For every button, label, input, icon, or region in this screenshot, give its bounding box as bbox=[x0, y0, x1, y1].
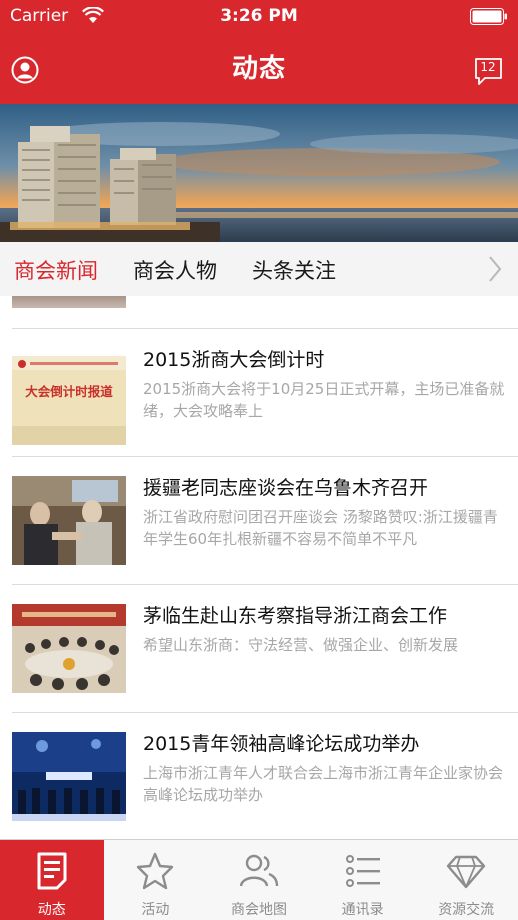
bottom-tab-bar: 动态 活动 商会地图 通讯录 资源交流 bbox=[0, 839, 518, 920]
news-thumbnail bbox=[12, 732, 126, 821]
news-item[interactable]: 茅临生赴山东考察指导浙江商会工作 希望山东浙商：守法经营、做强企业、创新发展 bbox=[0, 584, 518, 712]
messages-button[interactable]: 12 bbox=[474, 57, 504, 87]
status-bar: Carrier 3:26 PM bbox=[0, 0, 518, 34]
row-divider bbox=[12, 456, 518, 457]
news-item[interactable]: 大会倒计时报道 2015浙商大会倒计时 2015浙商大会将于10月25日正式开幕… bbox=[0, 328, 518, 456]
row-divider bbox=[12, 712, 518, 713]
tabbar-label: 活动 bbox=[141, 902, 170, 918]
news-list: 大会倒计时报道 2015浙商大会倒计时 2015浙商大会将于10月25日正式开幕… bbox=[0, 296, 518, 839]
tab-chamber-news[interactable]: 商会新闻 bbox=[14, 255, 98, 285]
news-thumbnail bbox=[12, 476, 126, 565]
thumbnail-caption: 大会倒计时报道 bbox=[25, 384, 113, 399]
diamond-icon bbox=[446, 855, 486, 889]
category-tabs: 商会新闻 商会人物 头条关注 bbox=[0, 242, 518, 296]
tabbar-label: 商会地图 bbox=[230, 902, 287, 918]
news-title: 2015青年领袖高峰论坛成功举办 bbox=[143, 733, 420, 755]
tabbar-item-chamber-map[interactable]: 商会地图 bbox=[207, 840, 311, 920]
list-icon bbox=[345, 855, 380, 887]
news-thumbnail bbox=[12, 604, 126, 693]
message-count-badge: 12 bbox=[480, 60, 496, 74]
app-header: Carrier 3:26 PM 动态 12 bbox=[0, 0, 518, 104]
news-title: 援疆老同志座谈会在乌鲁木齐召开 bbox=[143, 477, 429, 499]
news-summary: 希望山东浙商：守法经营、做强企业、创新发展 bbox=[143, 636, 459, 654]
tabbar-item-news[interactable]: 动态 bbox=[0, 840, 104, 920]
row-divider bbox=[12, 584, 518, 585]
tabbar-label: 资源交流 bbox=[438, 902, 495, 918]
tabbar-item-activities[interactable]: 活动 bbox=[104, 840, 208, 920]
row-divider bbox=[12, 328, 518, 329]
partial-thumbnail bbox=[12, 296, 126, 308]
news-summary: 2015浙商大会将于10月25日正式开幕，主场已准备就绪，大会攻略奉上 bbox=[143, 380, 505, 420]
tabbar-label: 动态 bbox=[37, 902, 66, 918]
news-title: 茅临生赴山东考察指导浙江商会工作 bbox=[143, 605, 448, 627]
tab-headline-focus[interactable]: 头条关注 bbox=[252, 255, 336, 285]
news-item[interactable]: 2015青年领袖高峰论坛成功举办 上海市浙江青年人才联合会上海市浙江青年企业家协… bbox=[0, 712, 518, 839]
news-summary: 浙江省政府慰问团召开座谈会 汤黎路赞叹:浙江援疆青年学生60年扎根新疆不容易不简… bbox=[143, 508, 498, 548]
news-title: 2015浙商大会倒计时 bbox=[143, 349, 325, 371]
banner-photo bbox=[0, 104, 518, 242]
news-thumbnail: 大会倒计时报道 bbox=[12, 356, 126, 445]
status-time: 3:26 PM bbox=[220, 6, 298, 26]
people-icon bbox=[239, 854, 279, 887]
news-summary: 上海市浙江青年人才联合会上海市浙江青年企业家协会高峰论坛成功举办 bbox=[143, 764, 504, 804]
tabbar-item-contacts[interactable]: 通讯录 bbox=[311, 840, 415, 920]
tabbar-label: 通讯录 bbox=[341, 902, 384, 918]
banner-image[interactable] bbox=[0, 104, 518, 242]
tabs-more-button[interactable] bbox=[470, 242, 518, 296]
news-doc-icon bbox=[37, 852, 67, 890]
tab-chamber-people[interactable]: 商会人物 bbox=[133, 255, 217, 285]
star-icon bbox=[137, 852, 174, 890]
battery-icon bbox=[470, 8, 507, 25]
tabbar-item-resources[interactable]: 资源交流 bbox=[414, 840, 518, 920]
news-item[interactable]: 援疆老同志座谈会在乌鲁木齐召开 浙江省政府慰问团召开座谈会 汤黎路赞叹:浙江援疆… bbox=[0, 456, 518, 584]
page-title: 动态 bbox=[231, 54, 286, 84]
chevron-right-icon bbox=[489, 256, 502, 282]
